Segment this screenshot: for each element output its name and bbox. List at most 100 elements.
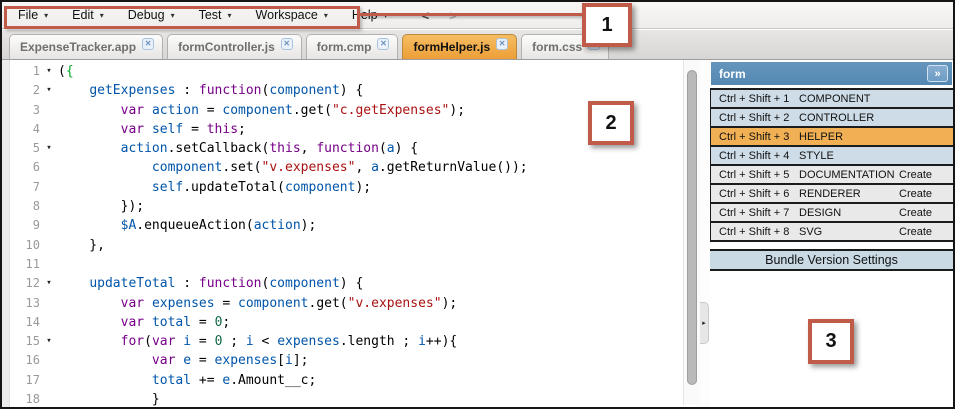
- code-line[interactable]: 12▾ updateTotal : function(component) {: [2, 274, 683, 293]
- shortcut-row-controller[interactable]: Ctrl + Shift + 2CONTROLLER: [711, 109, 953, 128]
- chevron-down-icon: ▾: [228, 10, 232, 20]
- token: =: [191, 334, 214, 349]
- code-line[interactable]: 11: [2, 255, 683, 274]
- code-line[interactable]: 16 var e = expenses[i];: [2, 351, 683, 370]
- code-line[interactable]: 5▾ action.setCallback(this, function(a) …: [2, 139, 683, 158]
- bundle-title: form: [719, 67, 746, 81]
- token: for: [121, 334, 144, 349]
- shortcut-target: RENDERER: [799, 188, 899, 200]
- token: total: [152, 315, 191, 330]
- fold-arrow-icon[interactable]: ▾: [40, 139, 58, 158]
- menu-file[interactable]: File▾: [18, 8, 48, 22]
- code-line[interactable]: 8 });: [2, 197, 683, 216]
- bundle-version-settings-bar[interactable]: Bundle Version Settings: [710, 249, 953, 271]
- token: [58, 296, 121, 311]
- menu-label: File: [18, 8, 38, 22]
- token: [58, 334, 121, 349]
- token: <: [254, 334, 277, 349]
- code-line[interactable]: 14 var total = 0;: [2, 313, 683, 332]
- shortcut-row-style[interactable]: Ctrl + Shift + 4STYLE: [711, 147, 953, 166]
- menu-label: Debug: [128, 8, 165, 22]
- shortcut-target: STYLE: [799, 150, 899, 162]
- fold-gutter: [40, 120, 58, 139]
- token: [58, 180, 152, 195]
- tab-expensetracker-app[interactable]: ExpenseTracker.app✕: [9, 34, 163, 59]
- shortcut-row-design[interactable]: Ctrl + Shift + 7DESIGNCreate: [711, 204, 953, 223]
- create-link[interactable]: Create: [899, 169, 953, 181]
- shortcut-keys: Ctrl + Shift + 7: [711, 207, 799, 219]
- token: .get(: [293, 103, 332, 118]
- shortcut-row-renderer[interactable]: Ctrl + Shift + 6RENDERERCreate: [711, 185, 953, 204]
- code-text: var e = expenses[i];: [58, 351, 308, 370]
- menu-help[interactable]: Help▾: [352, 8, 388, 22]
- shortcut-row-helper[interactable]: Ctrl + Shift + 3HELPER: [711, 128, 953, 147]
- code-text: $A.enqueueAction(action);: [58, 216, 316, 235]
- token: ,: [301, 141, 317, 156]
- fold-arrow-icon[interactable]: ▾: [40, 274, 58, 293]
- tab-form-cmp[interactable]: form.cmp✕: [306, 34, 399, 59]
- menu-edit[interactable]: Edit▾: [72, 8, 104, 22]
- code-line[interactable]: 17 total += e.Amount__c;: [2, 371, 683, 390]
- chevron-down-icon: ▾: [171, 10, 175, 20]
- code-text: action.setCallback(this, function(a) {: [58, 139, 418, 158]
- token: i: [183, 334, 191, 349]
- token: :: [175, 276, 198, 291]
- shortcut-row-documentation[interactable]: Ctrl + Shift + 5DOCUMENTATIONCreate: [711, 166, 953, 185]
- close-icon[interactable]: ✕: [142, 38, 154, 50]
- navigate-forward-icon: >: [449, 8, 457, 23]
- navigate-back-icon[interactable]: <: [422, 8, 430, 23]
- tab-formcontroller-js[interactable]: formController.js✕: [167, 34, 302, 59]
- editor-scrollbar[interactable]: [683, 60, 700, 405]
- fold-gutter: [40, 255, 58, 274]
- code-line[interactable]: 6 component.set("v.expenses", a.getRetur…: [2, 158, 683, 177]
- close-icon[interactable]: ✕: [281, 38, 293, 50]
- code-line[interactable]: 13 var expenses = component.get("v.expen…: [2, 294, 683, 313]
- code-line[interactable]: 18 }: [2, 390, 683, 407]
- tab-formhelper-js[interactable]: formHelper.js✕: [402, 34, 517, 59]
- close-icon[interactable]: ✕: [496, 38, 508, 50]
- code-line[interactable]: 9 $A.enqueueAction(action);: [2, 216, 683, 235]
- code-text: });: [58, 197, 144, 216]
- code-line[interactable]: 15▾ for(var i = 0 ; i < expenses.length …: [2, 332, 683, 351]
- panel-divider[interactable]: [700, 60, 710, 407]
- token: =: [191, 353, 214, 368]
- shortcut-row-svg[interactable]: Ctrl + Shift + 8SVGCreate: [711, 223, 953, 242]
- token: this: [269, 141, 300, 156]
- shortcut-keys: Ctrl + Shift + 1: [711, 93, 799, 105]
- fold-arrow-icon[interactable]: ▾: [40, 81, 58, 100]
- token: .Amount__c;: [230, 373, 316, 388]
- create-link[interactable]: Create: [899, 226, 953, 238]
- close-icon[interactable]: ✕: [377, 38, 389, 50]
- token: a: [387, 141, 395, 156]
- code-line[interactable]: 4 var self = this;: [2, 120, 683, 139]
- code-editor[interactable]: 1▾({2▾ getExpenses : function(component)…: [2, 60, 683, 407]
- editor-gutter-strip: [2, 60, 10, 407]
- menu-debug[interactable]: Debug ▾: [128, 8, 175, 22]
- code-line[interactable]: 3 var action = component.get("c.getExpen…: [2, 101, 683, 120]
- code-line[interactable]: 10 },: [2, 236, 683, 255]
- editor-scrollbar-thumb[interactable]: [687, 70, 697, 385]
- panel-collapse-handle[interactable]: ▸: [700, 302, 709, 344]
- menu-workspace[interactable]: Workspace▾: [256, 8, 328, 22]
- create-link[interactable]: Create: [899, 188, 953, 200]
- token: ;: [222, 315, 230, 330]
- token: ++){: [426, 334, 457, 349]
- panel-expand-icon[interactable]: »: [927, 65, 948, 82]
- code-text: var total = 0;: [58, 313, 230, 332]
- token: i: [285, 353, 293, 368]
- code-text: var action = component.get("c.getExpense…: [58, 101, 465, 120]
- shortcut-row-component[interactable]: Ctrl + Shift + 1COMPONENT: [711, 90, 953, 109]
- fold-arrow-icon[interactable]: ▾: [40, 332, 58, 351]
- menu-test[interactable]: Test▾: [199, 8, 232, 22]
- fold-arrow-icon[interactable]: ▾: [40, 62, 58, 81]
- shortcut-keys: Ctrl + Shift + 4: [711, 150, 799, 162]
- code-line[interactable]: 7 self.updateTotal(component);: [2, 178, 683, 197]
- token: [58, 315, 121, 330]
- code-line[interactable]: 2▾ getExpenses : function(component) {: [2, 81, 683, 100]
- code-text: ({: [58, 62, 74, 81]
- create-link[interactable]: Create: [899, 207, 953, 219]
- fold-gutter: [40, 197, 58, 216]
- shortcut-target: HELPER: [799, 131, 899, 143]
- token: function: [199, 83, 262, 98]
- code-line[interactable]: 1▾({: [2, 62, 683, 81]
